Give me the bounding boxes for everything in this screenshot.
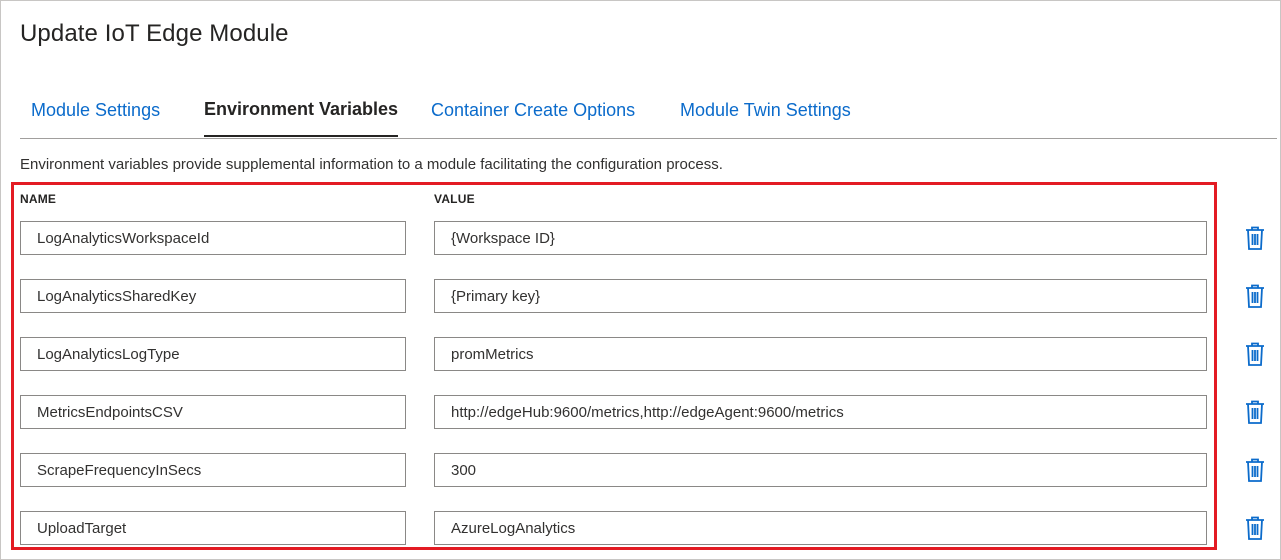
- description-text: Environment variables provide supplement…: [20, 156, 723, 173]
- delete-variable-button[interactable]: [1244, 399, 1266, 425]
- column-header-name: NAME: [20, 192, 57, 206]
- env-variable-row: [0, 221, 1281, 255]
- delete-variable-button[interactable]: [1244, 283, 1266, 309]
- env-variable-value-input[interactable]: [434, 395, 1207, 429]
- env-variable-name-input[interactable]: [20, 337, 406, 371]
- env-variable-value-input[interactable]: [434, 221, 1207, 255]
- tab-bar: Module Settings Environment Variables Co…: [20, 92, 1277, 139]
- tab-module-settings[interactable]: Module Settings: [31, 100, 160, 121]
- column-header-value: VALUE: [434, 192, 475, 206]
- trash-icon: [1246, 342, 1264, 366]
- trash-icon: [1246, 516, 1264, 540]
- env-variable-name-input[interactable]: [20, 453, 406, 487]
- env-variable-row: [0, 395, 1281, 429]
- delete-variable-button[interactable]: [1244, 457, 1266, 483]
- env-variable-row: [0, 337, 1281, 371]
- env-variable-value-input[interactable]: [434, 279, 1207, 313]
- env-variable-name-input[interactable]: [20, 221, 406, 255]
- page-title: Update IoT Edge Module: [20, 20, 289, 47]
- trash-icon: [1246, 458, 1264, 482]
- trash-icon: [1246, 226, 1264, 250]
- delete-variable-button[interactable]: [1244, 225, 1266, 251]
- env-variable-value-input[interactable]: [434, 337, 1207, 371]
- trash-icon: [1246, 284, 1264, 308]
- delete-variable-button[interactable]: [1244, 515, 1266, 541]
- env-variable-row: [0, 279, 1281, 313]
- tab-environment-variables[interactable]: Environment Variables: [204, 99, 399, 137]
- tab-container-create-options[interactable]: Container Create Options: [431, 100, 635, 121]
- env-variable-row: [0, 511, 1281, 545]
- env-variable-value-input[interactable]: [434, 453, 1207, 487]
- env-variable-row: [0, 453, 1281, 487]
- env-variable-value-input[interactable]: [434, 511, 1207, 545]
- trash-icon: [1246, 400, 1264, 424]
- delete-variable-button[interactable]: [1244, 341, 1266, 367]
- tab-module-twin-settings[interactable]: Module Twin Settings: [680, 100, 851, 121]
- env-variable-name-input[interactable]: [20, 395, 406, 429]
- env-variable-name-input[interactable]: [20, 279, 406, 313]
- env-variable-name-input[interactable]: [20, 511, 406, 545]
